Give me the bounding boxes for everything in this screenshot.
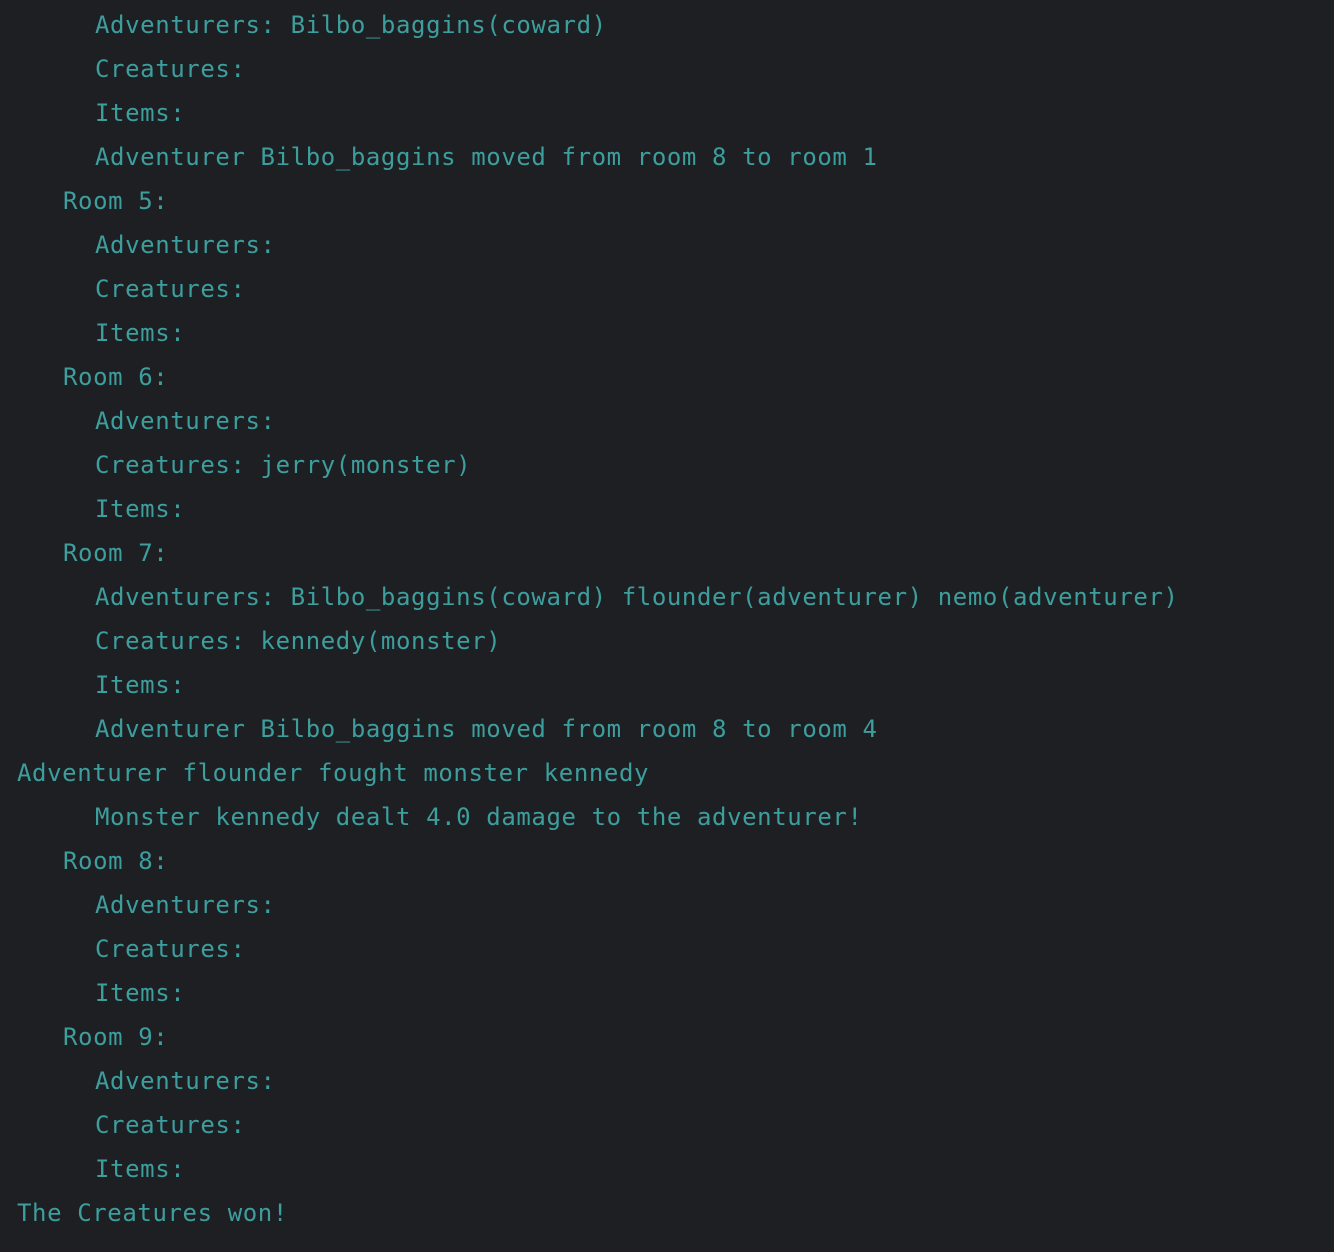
- console-line: Creatures:: [95, 275, 246, 303]
- console-line: Adventurer Bilbo_baggins moved from room…: [95, 715, 878, 743]
- console-line: Creatures: jerry(monster): [95, 451, 472, 479]
- console-line: Room 9:: [63, 1023, 169, 1051]
- console-line: Adventurers:: [95, 231, 276, 259]
- console-line: Room 5:: [63, 187, 169, 215]
- console-line: Adventurer Bilbo_baggins moved from room…: [95, 143, 878, 171]
- console-line: Adventurers: Bilbo_baggins(coward) floun…: [95, 583, 1179, 611]
- console-line: Items:: [95, 671, 186, 699]
- console-line: Monster kennedy dealt 4.0 damage to the …: [95, 803, 863, 831]
- console-line: The Creatures won!: [17, 1199, 288, 1227]
- console-line: Items:: [95, 495, 186, 523]
- console-line: Adventurers: Bilbo_baggins(coward): [95, 11, 607, 39]
- console-line: Items:: [95, 319, 186, 347]
- console-line: Adventurer flounder fought monster kenne…: [17, 759, 650, 787]
- console-output[interactable]: Adventurers: Bilbo_baggins(coward) Creat…: [0, 0, 1334, 1252]
- console-line: Items:: [95, 979, 186, 1007]
- console-line: Adventurers:: [95, 891, 276, 919]
- console-line: Adventurers:: [95, 1067, 276, 1095]
- console-line: Adventurers:: [95, 407, 276, 435]
- console-line: Items:: [95, 99, 186, 127]
- console-line: Room 7:: [63, 539, 169, 567]
- console-line: Creatures:: [95, 935, 246, 963]
- console-line: Items:: [95, 1155, 186, 1183]
- console-line: Creatures: kennedy(monster): [95, 627, 502, 655]
- console-line: Room 6:: [63, 363, 169, 391]
- console-line: Creatures:: [95, 55, 246, 83]
- console-line: Creatures:: [95, 1111, 246, 1139]
- console-line: Room 8:: [63, 847, 169, 875]
